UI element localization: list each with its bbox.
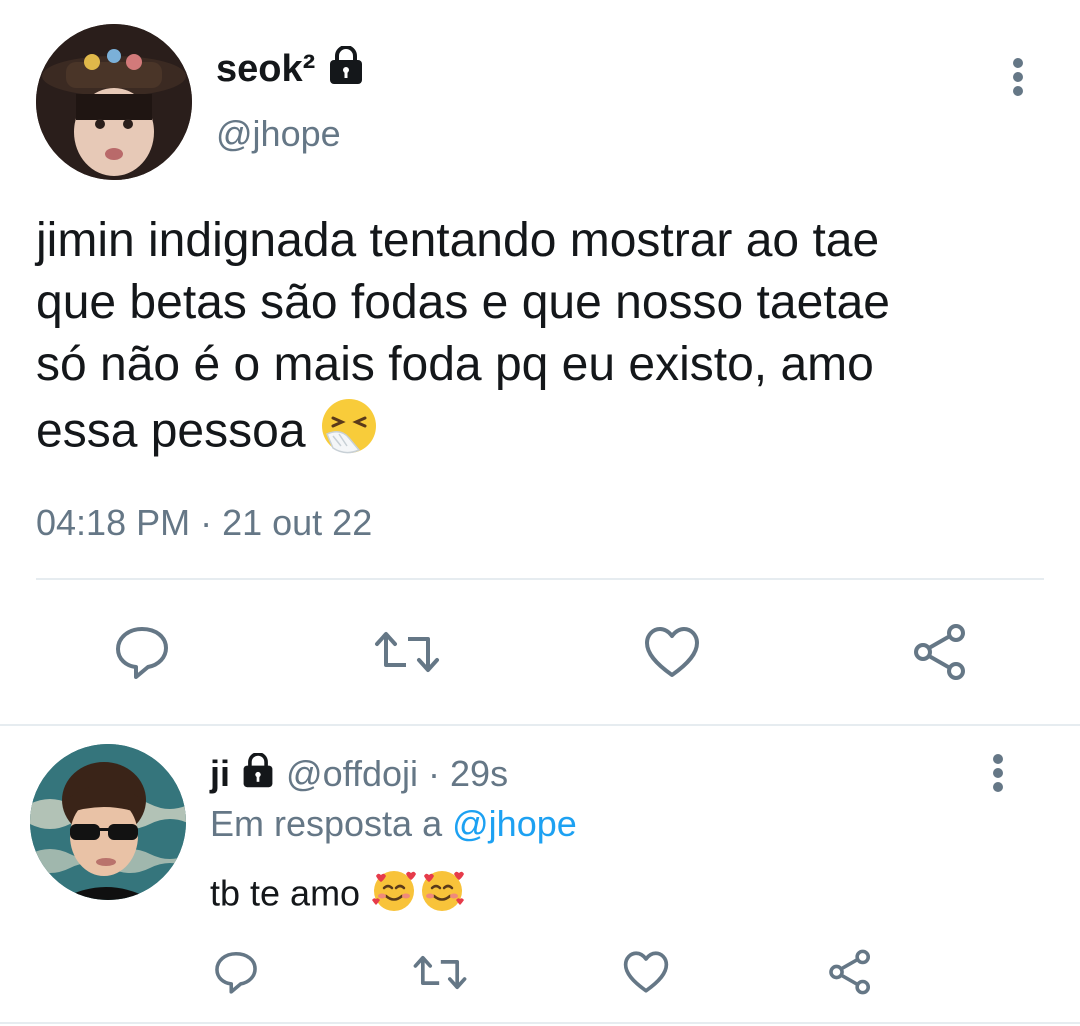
- in-reply-prefix: Em resposta a: [210, 803, 443, 844]
- like-icon[interactable]: [640, 620, 704, 684]
- sneezing-face-icon: [319, 396, 379, 472]
- reply-text-body: tb te amo: [210, 872, 361, 914]
- smiling-face-with-hearts-icon: [418, 866, 466, 926]
- reply-retweet-icon[interactable]: [410, 946, 470, 998]
- reply-author-avatar[interactable]: [30, 744, 186, 900]
- author-name[interactable]: seok²: [216, 45, 366, 96]
- tweet-timestamp[interactable]: 04:18 PM · 21 out 22: [36, 502, 372, 544]
- reply-author-handle[interactable]: @offdoji: [286, 753, 418, 794]
- lock-icon: [240, 752, 276, 799]
- reply-like-icon[interactable]: [620, 946, 672, 998]
- divider: [36, 578, 1044, 580]
- reply-author-name[interactable]: ji: [210, 753, 230, 794]
- tweet-text-line: essa pessoa: [36, 404, 306, 458]
- avatar-photo: [36, 24, 192, 180]
- reply-age: · 29s: [428, 753, 509, 794]
- retweet-icon[interactable]: [372, 620, 442, 684]
- reply-text: tb te amo: [210, 866, 466, 926]
- in-reply-to: Em resposta a @jhope: [210, 802, 577, 846]
- lock-icon: [326, 45, 366, 96]
- reply-icon[interactable]: [110, 620, 174, 684]
- reply-reply-icon[interactable]: [210, 946, 262, 998]
- in-reply-handle-link[interactable]: @jhope: [452, 803, 577, 844]
- reply-header: ji @offdoji · 29s: [210, 752, 508, 799]
- author-handle[interactable]: @jhope: [216, 113, 341, 155]
- share-icon[interactable]: [908, 620, 972, 684]
- bottom-divider: [0, 1022, 1080, 1024]
- reply-avatar-photo: [30, 744, 186, 900]
- tweet-text-line-last: essa pessoa: [36, 396, 1046, 472]
- tweet-text-line: jimin indignada tentando mostrar ao tae: [36, 214, 880, 267]
- tweet-text: jimin indignada tentando mostrar ao tae …: [36, 210, 1046, 472]
- reply-more-icon[interactable]: [980, 750, 1016, 796]
- section-divider: [0, 724, 1080, 726]
- tweet-text-line: que betas são fodas e que nosso taetae: [36, 276, 890, 329]
- smiling-face-with-hearts-icon: [370, 866, 418, 926]
- more-icon[interactable]: [998, 52, 1038, 102]
- author-avatar[interactable]: [36, 24, 192, 180]
- author-name-text: seok²: [216, 48, 316, 91]
- reply-share-icon[interactable]: [824, 946, 876, 998]
- tweet-text-line: só não é o mais foda pq eu existo, amo: [36, 338, 874, 391]
